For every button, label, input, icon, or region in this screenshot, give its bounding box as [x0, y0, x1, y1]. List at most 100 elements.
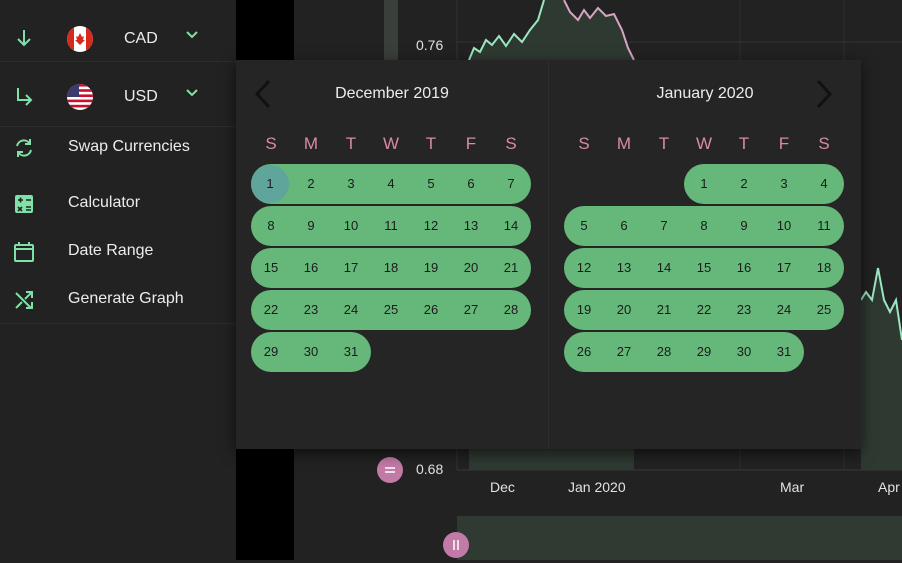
generate-graph-item[interactable]: Generate Graph — [0, 278, 236, 322]
calendar-day[interactable]: 29 — [684, 333, 724, 371]
from-currency-select[interactable]: CAD — [0, 16, 236, 60]
calendar-day[interactable]: 4 — [371, 165, 411, 203]
calculator-item[interactable]: Calculator — [0, 182, 236, 226]
to-currency-select[interactable]: USD — [0, 74, 236, 118]
calendar-day[interactable]: 2 — [291, 165, 331, 203]
calendar-day[interactable]: 31 — [331, 333, 371, 371]
calendar-day[interactable]: 5 — [564, 207, 604, 245]
sidebar-item-label: Date Range — [68, 242, 154, 259]
calendar-day[interactable]: 16 — [724, 249, 764, 287]
weekday-header: M — [303, 134, 319, 153]
weekday-header: S — [505, 134, 517, 153]
calendar-day[interactable]: 28 — [491, 291, 531, 329]
calendar-day[interactable]: 6 — [451, 165, 491, 203]
calendar-day[interactable]: 23 — [724, 291, 764, 329]
calendar-day[interactable]: 12 — [411, 207, 451, 245]
calendar-day[interactable]: 30 — [291, 333, 331, 371]
calendar-day[interactable]: 2 — [724, 165, 764, 203]
x-range-handle[interactable] — [443, 532, 469, 558]
calendar-day[interactable]: 8 — [684, 207, 724, 245]
from-currency-code: CAD — [124, 30, 158, 47]
date-range-item[interactable]: Date Range — [0, 230, 236, 274]
calendar-day[interactable]: 26 — [411, 291, 451, 329]
calendar-day[interactable]: 18 — [371, 249, 411, 287]
chevron-down-icon[interactable] — [184, 85, 200, 101]
calendar-day[interactable]: 23 — [291, 291, 331, 329]
calendar-day[interactable]: 8 — [251, 207, 291, 245]
weekday-header: T — [658, 134, 670, 153]
calendar-day[interactable]: 14 — [644, 249, 684, 287]
calendar-day[interactable]: 6 — [604, 207, 644, 245]
calendar-day[interactable]: 10 — [764, 207, 804, 245]
calendar-day[interactable]: 10 — [331, 207, 371, 245]
selected-day[interactable]: 1 — [251, 165, 289, 203]
month-december-2019: December 2019 S M T W T F S 1 2 3 4 5 6 7 8 9 10 11 12 13 14… — [236, 60, 548, 449]
calendar-day[interactable]: 24 — [764, 291, 804, 329]
calendar-day[interactable]: 28 — [644, 333, 684, 371]
weekday-header: T — [425, 134, 437, 153]
calendar-day[interactable]: 12 — [564, 249, 604, 287]
calendar-day[interactable]: 17 — [764, 249, 804, 287]
month-title: December 2019 — [335, 85, 449, 102]
calendar-day[interactable]: 25 — [371, 291, 411, 329]
date-range-picker: December 2019 S M T W T F S 1 2 3 4 5 6 7 8 9 10 11 12 13 14… — [236, 60, 861, 449]
divider — [0, 323, 236, 324]
sidebar: CAD USD Swap Currencies Calculator Date … — [0, 0, 236, 560]
calendar-day[interactable]: 25 — [804, 291, 844, 329]
arrow-turn-down-right-icon — [17, 88, 33, 106]
calendar-day[interactable]: 22 — [251, 291, 291, 329]
calendar-day[interactable]: 16 — [291, 249, 331, 287]
calendar-icon — [14, 242, 34, 262]
calendar-day[interactable]: 20 — [604, 291, 644, 329]
x-tick-label: Jan 2020 — [568, 479, 626, 495]
calendar-day[interactable]: 20 — [451, 249, 491, 287]
chevron-down-icon[interactable] — [184, 27, 200, 43]
calendar-day[interactable]: 3 — [764, 165, 804, 203]
calendar-day[interactable]: 30 — [724, 333, 764, 371]
swap-currencies-item[interactable]: Swap Currencies — [0, 126, 236, 170]
calendar-day[interactable]: 18 — [804, 249, 844, 287]
to-currency-code: USD — [124, 88, 158, 105]
calendar-day[interactable]: 26 — [564, 333, 604, 371]
y-range-handle[interactable] — [377, 457, 403, 483]
calendar-day[interactable]: 15 — [684, 249, 724, 287]
calendar-day[interactable]: 3 — [331, 165, 371, 203]
calendar-day[interactable]: 7 — [491, 165, 531, 203]
calendar-day[interactable]: 19 — [411, 249, 451, 287]
weekday-header: F — [778, 134, 790, 153]
calendar-day[interactable]: 27 — [604, 333, 644, 371]
calendar-day[interactable]: 31 — [764, 333, 804, 371]
calendar-day[interactable]: 29 — [251, 333, 291, 371]
calendar-day[interactable]: 11 — [804, 207, 844, 245]
calendar-day[interactable]: 9 — [291, 207, 331, 245]
divider — [0, 61, 236, 62]
calendar-day[interactable]: 15 — [251, 249, 291, 287]
calendar-day[interactable]: 17 — [331, 249, 371, 287]
usa-flag-icon — [67, 84, 93, 110]
calendar-day[interactable]: 14 — [491, 207, 531, 245]
calendar-day[interactable]: 5 — [411, 165, 451, 203]
calendar-day[interactable]: 21 — [644, 291, 684, 329]
arrow-down-icon — [17, 30, 31, 47]
calendar-day[interactable]: 13 — [451, 207, 491, 245]
calendar-day[interactable]: 24 — [331, 291, 371, 329]
canada-flag-icon — [67, 26, 93, 52]
calendar-day[interactable]: 22 — [684, 291, 724, 329]
calendar-day[interactable]: 11 — [371, 207, 411, 245]
calendar-day[interactable]: 19 — [564, 291, 604, 329]
weekday-header: T — [345, 134, 357, 153]
calendar-day[interactable]: 7 — [644, 207, 684, 245]
weekday-header: T — [738, 134, 750, 153]
calendar-day[interactable]: 27 — [451, 291, 491, 329]
calendar-day[interactable]: 21 — [491, 249, 531, 287]
calendar-day[interactable]: 1 — [684, 165, 724, 203]
calendar-day[interactable]: 13 — [604, 249, 644, 287]
calendar-day[interactable]: 4 — [804, 165, 844, 203]
sidebar-item-label: Generate Graph — [68, 290, 184, 307]
calendar-day[interactable]: 9 — [724, 207, 764, 245]
weekday-header: W — [382, 134, 400, 153]
swap-icon — [16, 139, 32, 157]
x-tick-label: Mar — [780, 479, 805, 495]
weekday-header: S — [578, 134, 590, 153]
sidebar-item-label: Swap Currencies — [68, 138, 190, 155]
